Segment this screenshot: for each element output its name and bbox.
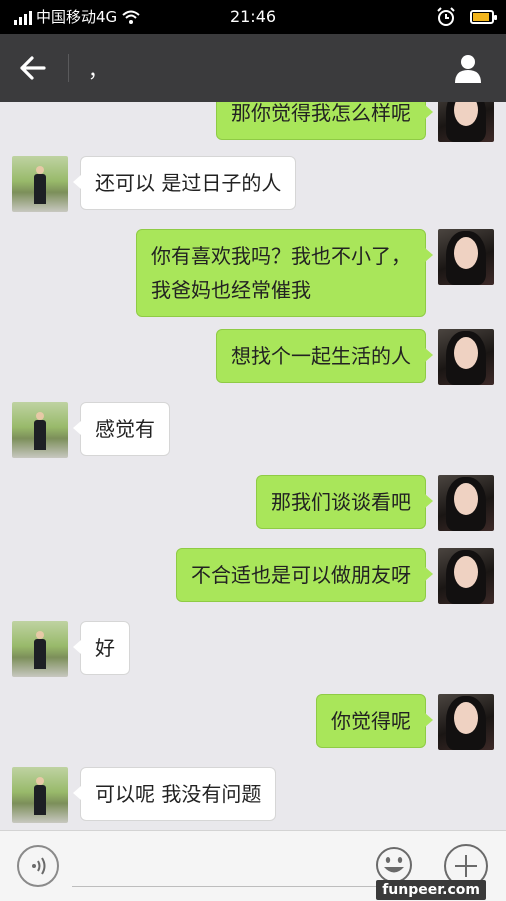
incoming-bubble[interactable]: 好 [73, 621, 130, 675]
contact-avatar[interactable] [12, 767, 68, 823]
my-avatar[interactable] [438, 475, 494, 531]
contact-avatar[interactable] [12, 621, 68, 677]
battery-icon [470, 10, 497, 24]
my-avatar[interactable] [438, 548, 494, 604]
outgoing-bubble[interactable]: 想找个一起生活的人 [216, 329, 433, 383]
outgoing-bubble[interactable]: 那你觉得我怎么样呢 [216, 102, 433, 140]
outgoing-bubble[interactable]: 那我们谈谈看吧 [256, 475, 433, 529]
outgoing-bubble[interactable]: 你有喜欢我吗？我也不小了， 我爸妈也经常催我 [136, 229, 433, 317]
contact-avatar[interactable] [12, 402, 68, 458]
voice-icon [32, 857, 46, 875]
my-avatar[interactable] [438, 329, 494, 385]
message-list[interactable]: 那你觉得我怎么样呢 还可以 是过日子的人 你有喜欢我吗？我也不小了， 我爸妈也经… [0, 102, 506, 830]
alarm-icon [437, 7, 455, 26]
my-avatar[interactable] [438, 102, 494, 142]
chat-header: ， [0, 34, 506, 102]
header-divider [68, 54, 69, 82]
message-input[interactable] [72, 886, 376, 887]
status-right [436, 7, 497, 27]
emoji-icon[interactable] [375, 846, 413, 884]
my-avatar[interactable] [438, 694, 494, 750]
outgoing-bubble[interactable]: 不合适也是可以做朋友呀 [176, 548, 433, 602]
incoming-bubble[interactable]: 感觉有 [73, 402, 170, 456]
watermark: funpeer.com [376, 880, 486, 900]
bubble-line: 我爸妈也经常催我 [151, 278, 311, 302]
incoming-bubble[interactable]: 可以呢 我没有问题 [72, 767, 277, 821]
clock: 21:46 [229, 7, 277, 26]
outgoing-bubble[interactable]: 你觉得呢 [316, 694, 433, 748]
chat-title: ， [88, 58, 108, 82]
status-bar: 中国移动4G 21:46 [0, 0, 506, 34]
voice-input-button[interactable] [17, 845, 59, 887]
bubble-line: 你有喜欢我吗？我也不小了， [151, 244, 411, 268]
contact-avatar[interactable] [12, 156, 68, 212]
incoming-bubble[interactable]: 还可以 是过日子的人 [72, 156, 297, 210]
back-arrow-icon[interactable] [16, 52, 50, 84]
my-avatar[interactable] [438, 229, 494, 285]
contact-profile-icon[interactable] [452, 52, 484, 84]
